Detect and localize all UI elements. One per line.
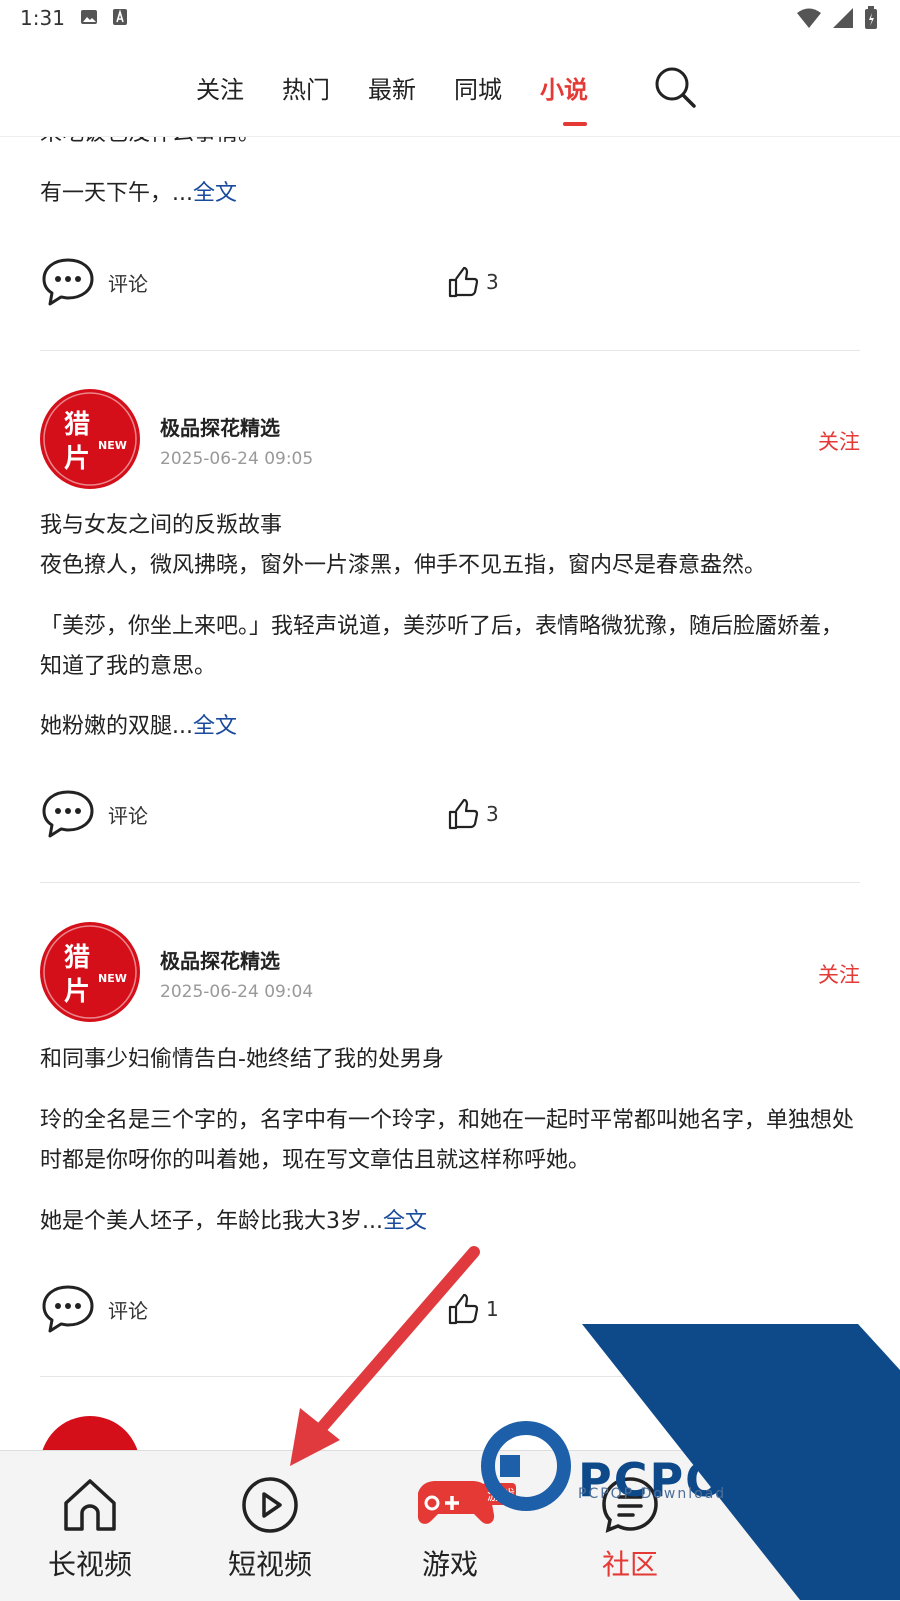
nav-label: 游戏 [421, 1548, 478, 1581]
comment-icon [42, 790, 94, 838]
gallery-icon [80, 8, 98, 30]
avatar[interactable]: 猎 片 NEW [40, 389, 140, 489]
post-title[interactable]: 我与女友之间的反叛故事 [40, 506, 860, 546]
nav-long-video[interactable]: 长视频 [0, 1451, 180, 1601]
read-more-link[interactable]: 全文 [193, 181, 237, 206]
nav-short-video[interactable]: 短视频 [180, 1451, 360, 1601]
gamepad-icon: 游戏 [417, 1481, 516, 1524]
play-circle-icon [242, 1477, 298, 1533]
thumbs-up-icon [448, 266, 478, 298]
house-icon [64, 1479, 116, 1531]
comment-button[interactable]: 评论 [40, 254, 240, 310]
svg-text:NEW: NEW [98, 972, 127, 985]
svg-text:猎: 猎 [64, 410, 90, 440]
divider [40, 882, 860, 883]
nav-label: 长视频 [47, 1548, 132, 1581]
svg-text:片: 片 [64, 444, 90, 474]
community-icon [602, 1477, 658, 1533]
search-button[interactable] [652, 64, 700, 112]
battery-icon [864, 6, 878, 34]
post-clipped-text: 来吃饭也没什么事情。 [40, 136, 860, 154]
comment-label: 评论 [108, 271, 148, 296]
post-time: 2025-06-24 09:05 [160, 449, 314, 469]
post-feed[interactable]: 来吃饭也没什么事情。 有一天下午，...全文 评论 3 猎 片 NEW [0, 136, 900, 1450]
follow-button[interactable]: 关注 [818, 426, 860, 456]
like-button[interactable]: 3 [448, 262, 568, 302]
post-title[interactable]: 和同事少妇偷情告白-她终结了我的处男身 [40, 1040, 860, 1080]
status-bar: 1:31 [0, 0, 900, 36]
author-name[interactable]: 极品探花精选 [160, 412, 280, 441]
post-paragraph: 「美莎，你坐上来吧。」我轻声说道，美莎听了后，表情略微犹豫，随后脸靥娇羞，知道了… [40, 614, 844, 679]
bottom-nav: 长视频 短视频 游戏 游戏 社区 [0, 1450, 900, 1601]
comment-label: 评论 [108, 1298, 148, 1323]
thumbs-up-icon [448, 1293, 478, 1325]
read-more-link[interactable]: 全文 [383, 1209, 427, 1234]
divider [40, 350, 860, 351]
post-paragraph-last: 她是个美人坯子，年龄比我大3岁...全文 [40, 1209, 427, 1234]
nav-games[interactable]: 游戏 游戏 [360, 1451, 540, 1601]
comment-icon [42, 258, 94, 306]
like-count: 1 [486, 1297, 499, 1321]
tab-latest[interactable]: 最新 [368, 70, 416, 105]
nav-label: 社区 [601, 1548, 658, 1581]
signal-icon [832, 7, 854, 33]
status-time: 1:31 [20, 6, 65, 30]
post-paragraph: 玲的全名是三个字的，名字中有一个玲字，和她在一起时平常都叫她名字，单独想处时都是… [40, 1108, 855, 1173]
tab-hot[interactable]: 热门 [282, 70, 330, 105]
like-count: 3 [486, 270, 499, 294]
comment-button[interactable]: 评论 [40, 1281, 240, 1337]
comment-icon [42, 1285, 94, 1333]
thumbs-up-icon [448, 798, 478, 830]
post-paragraph: 夜色撩人，微风拂晓，窗外一片漆黑，伸手不见五指，窗内尽是春意盎然。 [40, 553, 767, 578]
tab-follow[interactable]: 关注 [196, 70, 244, 105]
divider [40, 1376, 860, 1377]
avatar[interactable]: 猎 片 NEW [40, 922, 140, 1022]
tab-novel[interactable]: 小说 [540, 70, 588, 105]
post-paragraph-last: 她粉嫩的双腿...全文 [40, 714, 237, 739]
author-name[interactable]: 极品探花精选 [160, 945, 280, 974]
like-button[interactable]: 1 [448, 1289, 568, 1329]
avatar[interactable] [40, 1416, 140, 1450]
follow-button[interactable]: 关注 [818, 959, 860, 989]
active-tab-indicator [563, 122, 587, 126]
svg-text:NEW: NEW [98, 439, 127, 452]
tab-local[interactable]: 同城 [454, 70, 502, 105]
svg-text:猎: 猎 [64, 943, 90, 973]
like-button[interactable]: 3 [448, 794, 568, 834]
like-count: 3 [486, 802, 499, 826]
keyboard-a-icon [112, 8, 128, 30]
read-more-link[interactable]: 全文 [193, 714, 237, 739]
svg-text:游戏: 游戏 [487, 1488, 515, 1504]
search-icon [655, 67, 696, 108]
comment-label: 评论 [108, 803, 148, 828]
post-paragraph-last: 有一天下午，...全文 [40, 181, 237, 206]
wifi-icon [796, 7, 822, 33]
nav-label: 短视频 [227, 1548, 312, 1581]
nav-community[interactable]: 社区 [540, 1451, 720, 1601]
comment-button[interactable]: 评论 [40, 786, 240, 842]
top-tab-bar: 关注 热门 最新 同城 小说 [0, 36, 900, 137]
post-time: 2025-06-24 09:04 [160, 982, 314, 1002]
svg-text:片: 片 [64, 977, 90, 1007]
